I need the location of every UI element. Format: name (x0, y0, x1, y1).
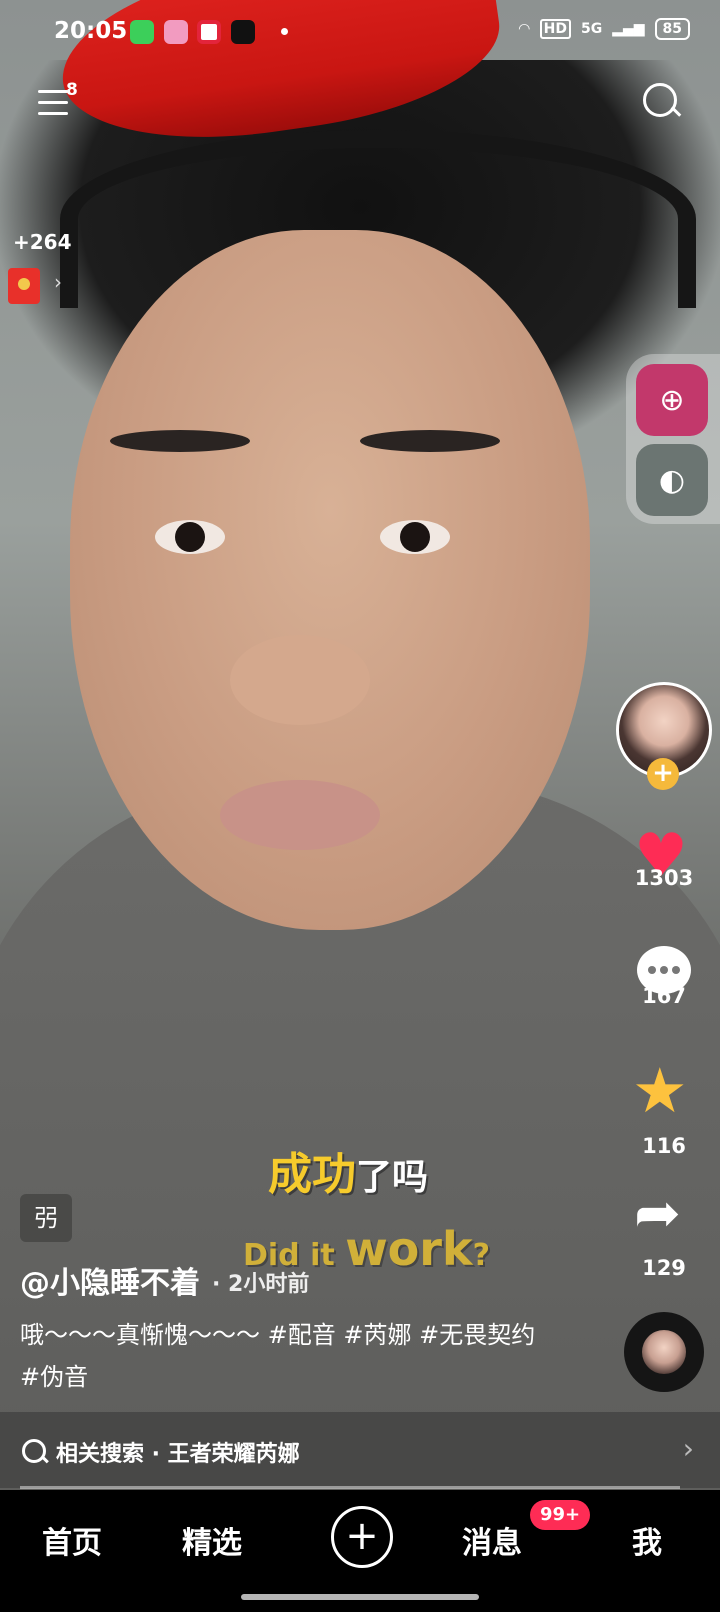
tab-messages[interactable]: 消息 (462, 1518, 522, 1562)
right-eyebrow (360, 430, 500, 452)
follow-plus-icon[interactable]: + (647, 758, 679, 790)
search-icon[interactable] (643, 83, 677, 117)
music-disc-icon[interactable] (624, 1312, 704, 1392)
comment-count: 167 (642, 984, 686, 1008)
video-nose (230, 635, 370, 725)
game-notification-icon (164, 20, 188, 44)
create-plus-button[interactable]: + (331, 1506, 393, 1568)
signal-icon: ▂▄▆ (612, 21, 645, 37)
subtitle-en-suffix: ? (472, 1238, 490, 1273)
post-caption[interactable]: 哦～～～真惭愧～～～ #配音 #芮娜 #无畏契约 #伪音 (20, 1314, 540, 1398)
left-eye (155, 520, 225, 554)
right-eye (380, 520, 450, 554)
star-icon[interactable]: ★ (632, 1060, 688, 1122)
bottom-tab-bar: 首页 精选 + 消息 99+ 我 (0, 1490, 720, 1612)
subtitle-cn-tail: 了吗 (356, 1157, 429, 1198)
share-icon[interactable]: ➦ (634, 1186, 681, 1242)
zoom-in-icon[interactable]: ⊕ (636, 364, 708, 436)
author-name[interactable]: @小隐睡不着 (20, 1258, 200, 1302)
battery-icon: 85 (654, 18, 690, 40)
post-time: · 2小时前 (212, 1272, 310, 1297)
related-search-bar[interactable]: 相关搜索 · 王者荣耀芮娜 › (0, 1412, 720, 1488)
menu-badge: 8 (66, 80, 78, 100)
app-notification-icon (130, 20, 154, 44)
tab-featured[interactable]: 精选 (182, 1518, 242, 1562)
home-indicator[interactable] (241, 1594, 479, 1600)
more-notifications-dot (281, 28, 288, 35)
wifi-icon: ◠ (518, 21, 530, 37)
video-progress-bar[interactable] (20, 1486, 680, 1489)
subtitle-cn-main: 成功 (268, 1149, 356, 1200)
subtitle-en-main: work (345, 1222, 473, 1276)
related-search-text: 相关搜索 · 王者荣耀芮娜 (56, 1442, 300, 1467)
contrast-icon[interactable]: ◐ (636, 444, 708, 516)
video-headband (60, 130, 696, 308)
status-bar: 20:05 ◠ HD 5G ▂▄▆ 85 (0, 0, 720, 64)
network-label: 5G (580, 21, 603, 37)
red-packet-icon[interactable] (8, 268, 40, 304)
favorite-count: 116 (642, 1134, 686, 1158)
share-count: 129 (642, 1256, 686, 1280)
search-icon (22, 1439, 46, 1463)
chevron-right-icon: › (682, 1432, 694, 1465)
video-lips (220, 780, 380, 850)
left-eyebrow (110, 430, 250, 452)
chevron-right-icon[interactable]: › (54, 270, 62, 294)
hd-icon: HD (539, 19, 571, 39)
floating-tool-panel: ⊕ ◐ (626, 354, 720, 524)
tab-me[interactable]: 我 (632, 1518, 662, 1562)
post-mark: 弜 (20, 1194, 72, 1242)
messages-badge: 99+ (530, 1500, 591, 1530)
subtitle-chinese: 成功了吗 (268, 1138, 428, 1202)
menu-icon[interactable] (38, 90, 68, 120)
record-notification-icon (197, 20, 221, 44)
status-time: 20:05 (54, 18, 128, 44)
coins-count: +264 (13, 230, 72, 254)
like-count: 1303 (634, 866, 694, 890)
tab-home[interactable]: 首页 (42, 1518, 102, 1562)
tiktok-notification-icon (231, 20, 255, 44)
